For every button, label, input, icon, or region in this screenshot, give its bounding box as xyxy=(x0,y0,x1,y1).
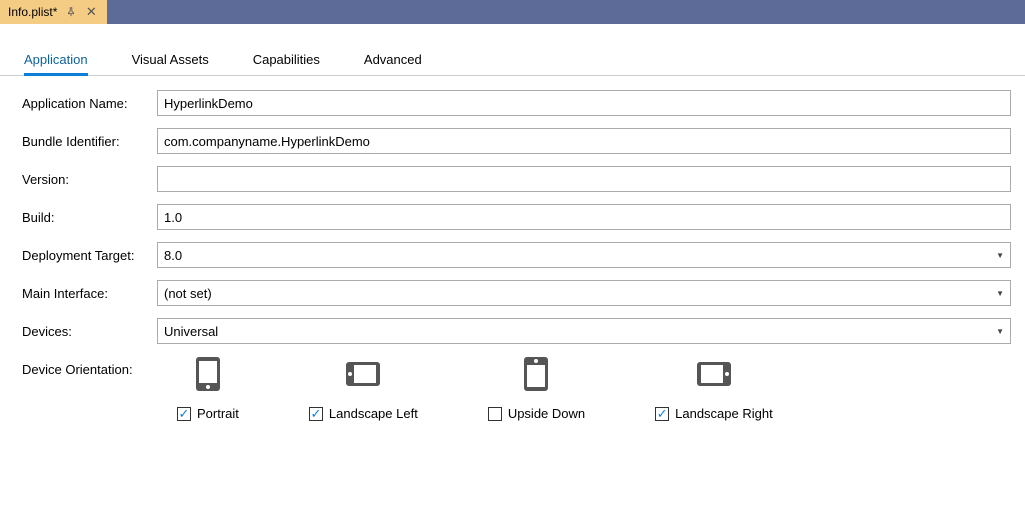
tab-capabilities[interactable]: Capabilities xyxy=(253,52,320,75)
label-app-name: Application Name: xyxy=(22,96,157,111)
checkbox-landscape-right[interactable]: ✓ Landscape Right xyxy=(655,406,773,421)
input-app-name[interactable] xyxy=(157,90,1011,116)
input-bundle-id[interactable] xyxy=(157,128,1011,154)
checkbox-icon: ✓ xyxy=(177,407,191,421)
tab-visual-assets[interactable]: Visual Assets xyxy=(132,52,209,75)
file-tab-name: Info.plist* xyxy=(8,5,63,19)
chevron-down-icon: ▼ xyxy=(996,289,1004,298)
label-main-interface: Main Interface: xyxy=(22,286,157,301)
label-orientation: Device Orientation: xyxy=(22,356,157,377)
checkbox-icon: ✓ xyxy=(488,407,502,421)
label-bundle-id: Bundle Identifier: xyxy=(22,134,157,149)
portrait-icon xyxy=(185,356,231,392)
form-application: Application Name: Bundle Identifier: Ver… xyxy=(0,76,1025,421)
chevron-down-icon: ▼ xyxy=(996,327,1004,336)
checkbox-icon: ✓ xyxy=(309,407,323,421)
landscape-right-icon xyxy=(691,356,737,392)
pin-icon[interactable] xyxy=(63,4,79,20)
tab-advanced[interactable]: Advanced xyxy=(364,52,422,75)
upside-down-icon xyxy=(513,356,559,392)
select-deploy-target[interactable]: 8.0 ▼ xyxy=(157,242,1011,268)
label-version: Version: xyxy=(22,172,157,187)
checkbox-landscape-left[interactable]: ✓ Landscape Left xyxy=(309,406,418,421)
file-tab[interactable]: Info.plist* ✕ xyxy=(0,0,107,24)
checkbox-portrait[interactable]: ✓ Portrait xyxy=(177,406,239,421)
nav-tabs: Application Visual Assets Capabilities A… xyxy=(0,24,1025,76)
label-deploy: Deployment Target: xyxy=(22,248,157,263)
close-icon[interactable]: ✕ xyxy=(83,4,99,20)
window-titlebar: Info.plist* ✕ xyxy=(0,0,1025,24)
landscape-left-icon xyxy=(340,356,386,392)
checkbox-upside-down[interactable]: ✓ Upside Down xyxy=(488,406,585,421)
chevron-down-icon: ▼ xyxy=(996,251,1004,260)
label-devices: Devices: xyxy=(22,324,157,339)
tab-application[interactable]: Application xyxy=(24,52,88,76)
input-build[interactable] xyxy=(157,204,1011,230)
input-version[interactable] xyxy=(157,166,1011,192)
select-devices[interactable]: Universal ▼ xyxy=(157,318,1011,344)
select-main-interface[interactable]: (not set) ▼ xyxy=(157,280,1011,306)
checkbox-icon: ✓ xyxy=(655,407,669,421)
label-build: Build: xyxy=(22,210,157,225)
